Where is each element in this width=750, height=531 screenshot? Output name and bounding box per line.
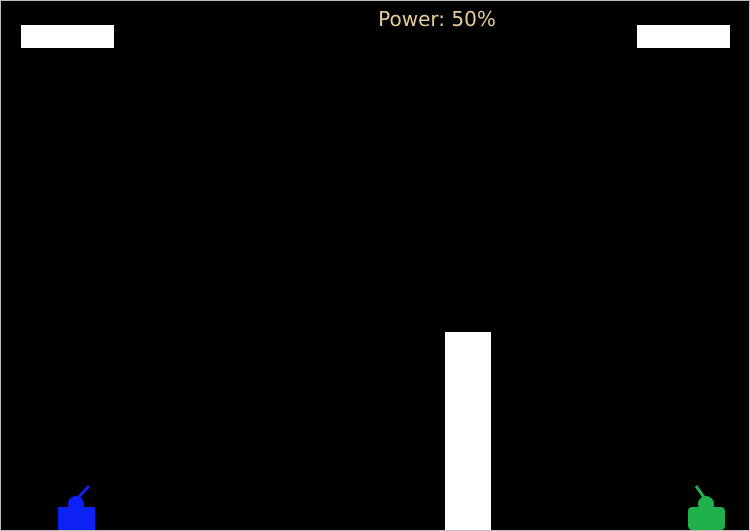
right-player-health-bar (637, 25, 730, 48)
left-player-health-bar (21, 25, 114, 48)
game-canvas[interactable]: Power: 50% (0, 0, 750, 531)
center-wall-obstacle (445, 332, 491, 530)
left-tank-body (58, 507, 95, 530)
right-tank-body (688, 507, 725, 530)
left-tank[interactable] (56, 484, 100, 530)
right-tank[interactable] (686, 484, 730, 530)
